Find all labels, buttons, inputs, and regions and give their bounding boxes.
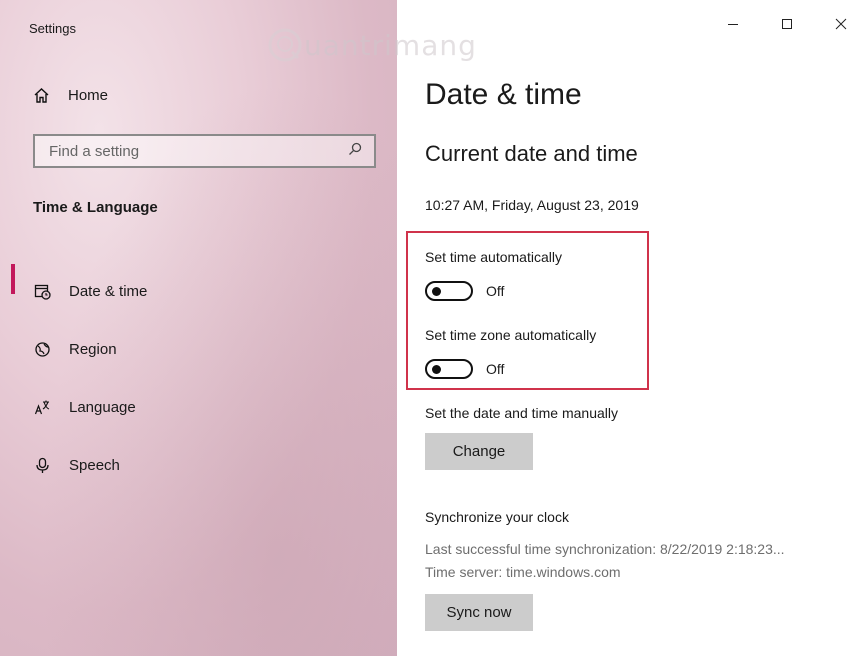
set-manually-label: Set the date and time manually [425,405,619,421]
watermark-icon [268,28,302,62]
toggle-knob [432,287,441,296]
calendar-clock-icon [33,282,51,300]
search-icon[interactable] [348,142,362,161]
search-input[interactable] [47,141,348,161]
section-title: Current date and time [425,141,638,166]
app-title: Settings [29,21,76,36]
set-time-zone-automatically-toggle[interactable] [425,359,473,379]
language-icon [33,398,51,416]
change-button[interactable]: Change [425,433,533,470]
minimize-icon [728,24,738,25]
page-title: Date & time [425,78,582,111]
close-icon [835,18,847,30]
toggle-state-text: Off [486,283,505,299]
sync-now-button[interactable]: Sync now [425,594,533,631]
minimize-button[interactable] [706,6,760,42]
home-label: Home [68,87,109,104]
sidebar-item-date-time[interactable]: Date & time [0,262,397,320]
sidebar-item-label: Language [69,398,136,416]
sidebar: Settings Home Time & Language [0,0,397,656]
set-time-automatically-row: Off [425,281,504,301]
time-server-text: Time server: time.windows.com [425,564,621,580]
settings-window: Settings Home Time & Language [0,0,868,656]
microphone-icon [33,456,51,474]
current-datetime: 10:27 AM, Friday, August 23, 2019 [425,197,639,213]
sidebar-section-title: Time & Language [33,199,158,216]
home-nav-item[interactable]: Home [33,87,108,104]
sync-clock-title: Synchronize your clock [425,509,569,525]
sidebar-item-label: Speech [69,456,120,474]
home-icon [33,87,50,104]
sidebar-nav: Date & time Region Language Speech [0,262,397,494]
sidebar-item-speech[interactable]: Speech [0,436,397,494]
watermark-text: uantrimang [304,28,477,62]
maximize-button[interactable] [760,6,814,42]
sidebar-item-region[interactable]: Region [0,320,397,378]
sidebar-item-label: Region [69,340,117,358]
toggle-state-text: Off [486,361,505,377]
sidebar-item-language[interactable]: Language [0,378,397,436]
set-time-zone-automatically-row: Off [425,359,504,379]
set-time-zone-automatically-label: Set time zone automatically [425,327,597,343]
sidebar-item-label: Date & time [69,282,148,300]
window-controls [706,6,868,42]
last-sync-text: Last successful time synchronization: 8/… [425,541,785,557]
search-box[interactable] [33,134,376,168]
close-button[interactable] [814,6,868,42]
maximize-icon [782,19,792,29]
set-time-automatically-toggle[interactable] [425,281,473,301]
set-time-automatically-label: Set time automatically [425,249,562,265]
toggle-knob [432,365,441,374]
watermark-logo: uantrimang [268,28,477,62]
globe-icon [33,340,51,358]
